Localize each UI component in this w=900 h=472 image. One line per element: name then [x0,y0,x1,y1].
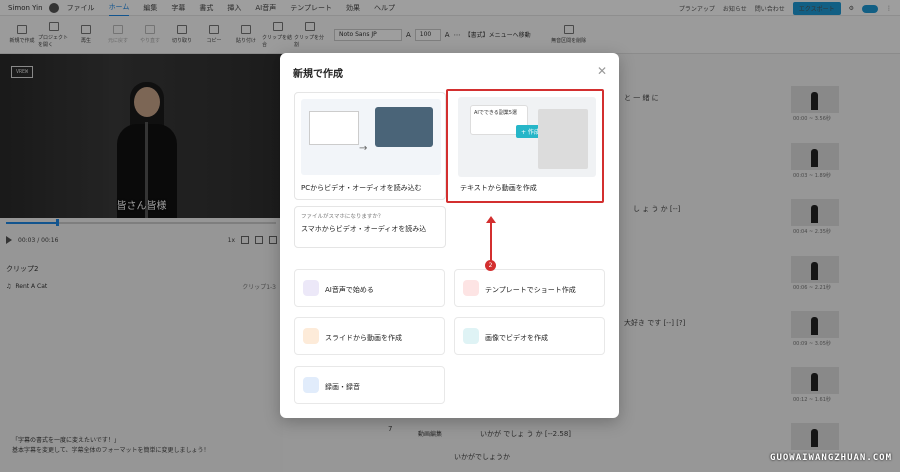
import-from-pc-card[interactable]: → PCからビデオ・オーディオを読み込む [294,92,446,200]
annotation-arrow [490,222,492,262]
slide-to-video-option[interactable]: スライドから動画を作成 [294,317,445,355]
close-icon[interactable]: ✕ [597,64,607,78]
ai-voice-option[interactable]: AI音声で始める [294,269,445,307]
import-from-phone-card[interactable]: ファイルがスマホになりますか？ スマホからビデオ・オーディオを読み込 [294,206,446,248]
phone-import-label: スマホからビデオ・オーディオを読み込 [301,225,427,233]
pc-illustration: → [301,99,441,175]
dialog-title: 新規で作成 [293,69,343,80]
ai-voice-icon [303,280,319,296]
image-icon [463,328,479,344]
arrow-icon: → [359,143,368,154]
step-badge: 2 [485,260,496,271]
phone-hint: ファイルがスマホになりますか？ [301,214,384,220]
ai-illustration: AIでできる副業5選 + 作成 [458,97,596,177]
image-to-video-option[interactable]: 画像でビデオを作成 [454,317,605,355]
new-project-dialog: 新規で作成 ✕ → PCからビデオ・オーディオを読み込む AIでできる副業5選 … [280,53,619,418]
template-short-option[interactable]: テンプレートでショート作成 [454,269,605,307]
record-icon [303,377,319,393]
text-to-video-label: テキストから動画を作成 [460,184,537,192]
slide-icon [303,328,319,344]
template-icon [463,280,479,296]
record-option[interactable]: 録画・録音 [294,366,445,404]
pc-import-label: PCからビデオ・オーディオを読み込む [301,184,422,192]
text-to-video-card[interactable]: AIでできる副業5選 + 作成 テキストから動画を作成 [446,89,604,203]
watermark: GUOWAIWANGZHUAN.COM [770,453,892,463]
